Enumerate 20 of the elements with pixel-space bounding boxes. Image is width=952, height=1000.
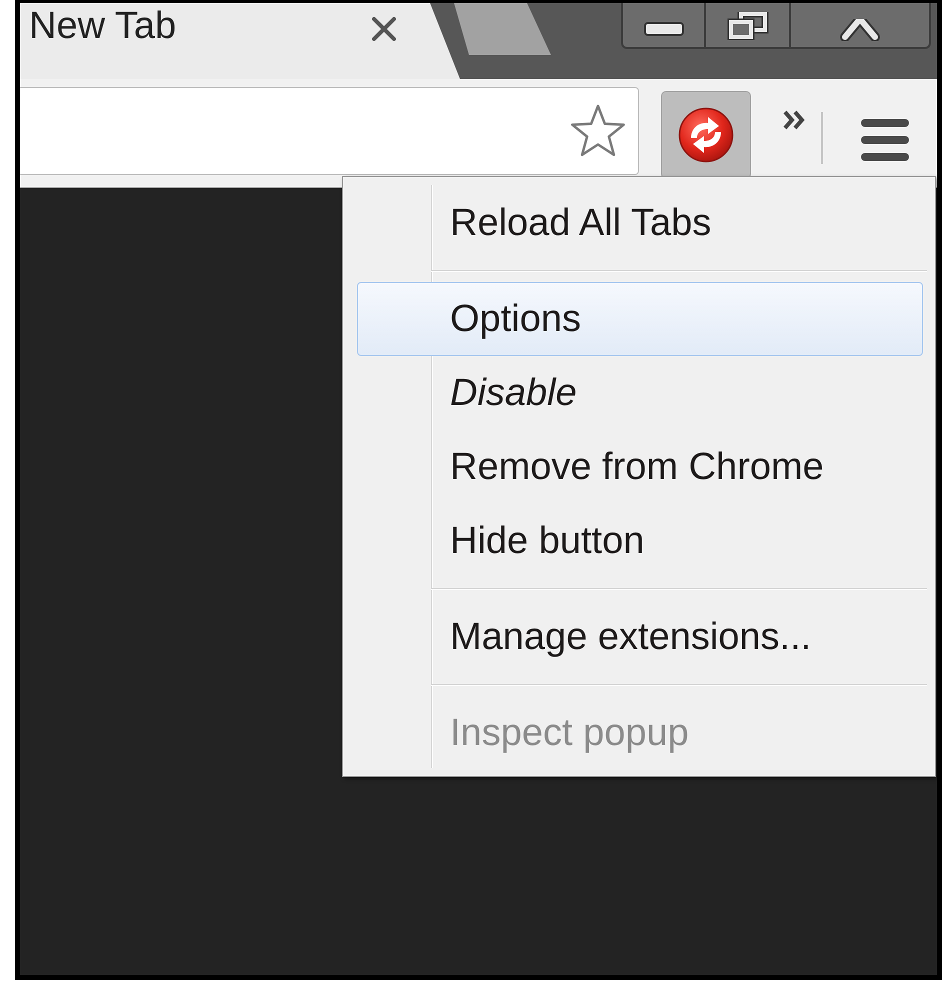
menu-item[interactable]: Disable	[357, 356, 923, 430]
caret-icon	[839, 19, 881, 41]
minimize-button[interactable]	[621, 3, 706, 49]
browser-tab[interactable]: New Tab	[20, 3, 460, 79]
menu-item[interactable]: Reload All Tabs	[357, 186, 923, 260]
menu-icon[interactable]	[861, 118, 909, 162]
menu-item[interactable]: Options	[357, 282, 923, 356]
restore-icon	[726, 12, 768, 40]
menu-item[interactable]: Remove from Chrome	[357, 430, 923, 504]
double-chevron-icon[interactable]	[782, 109, 807, 131]
extension-button[interactable]	[661, 91, 751, 179]
close-button[interactable]	[791, 3, 931, 49]
address-field[interactable]	[20, 87, 639, 175]
maximize-button[interactable]	[706, 3, 791, 49]
star-icon[interactable]	[569, 103, 627, 159]
minimize-icon	[644, 22, 684, 36]
menu-item[interactable]: Manage extensions...	[357, 600, 923, 674]
menu-item[interactable]: Hide button	[357, 504, 923, 578]
refresh-icon	[678, 107, 734, 163]
close-icon[interactable]	[370, 16, 398, 42]
